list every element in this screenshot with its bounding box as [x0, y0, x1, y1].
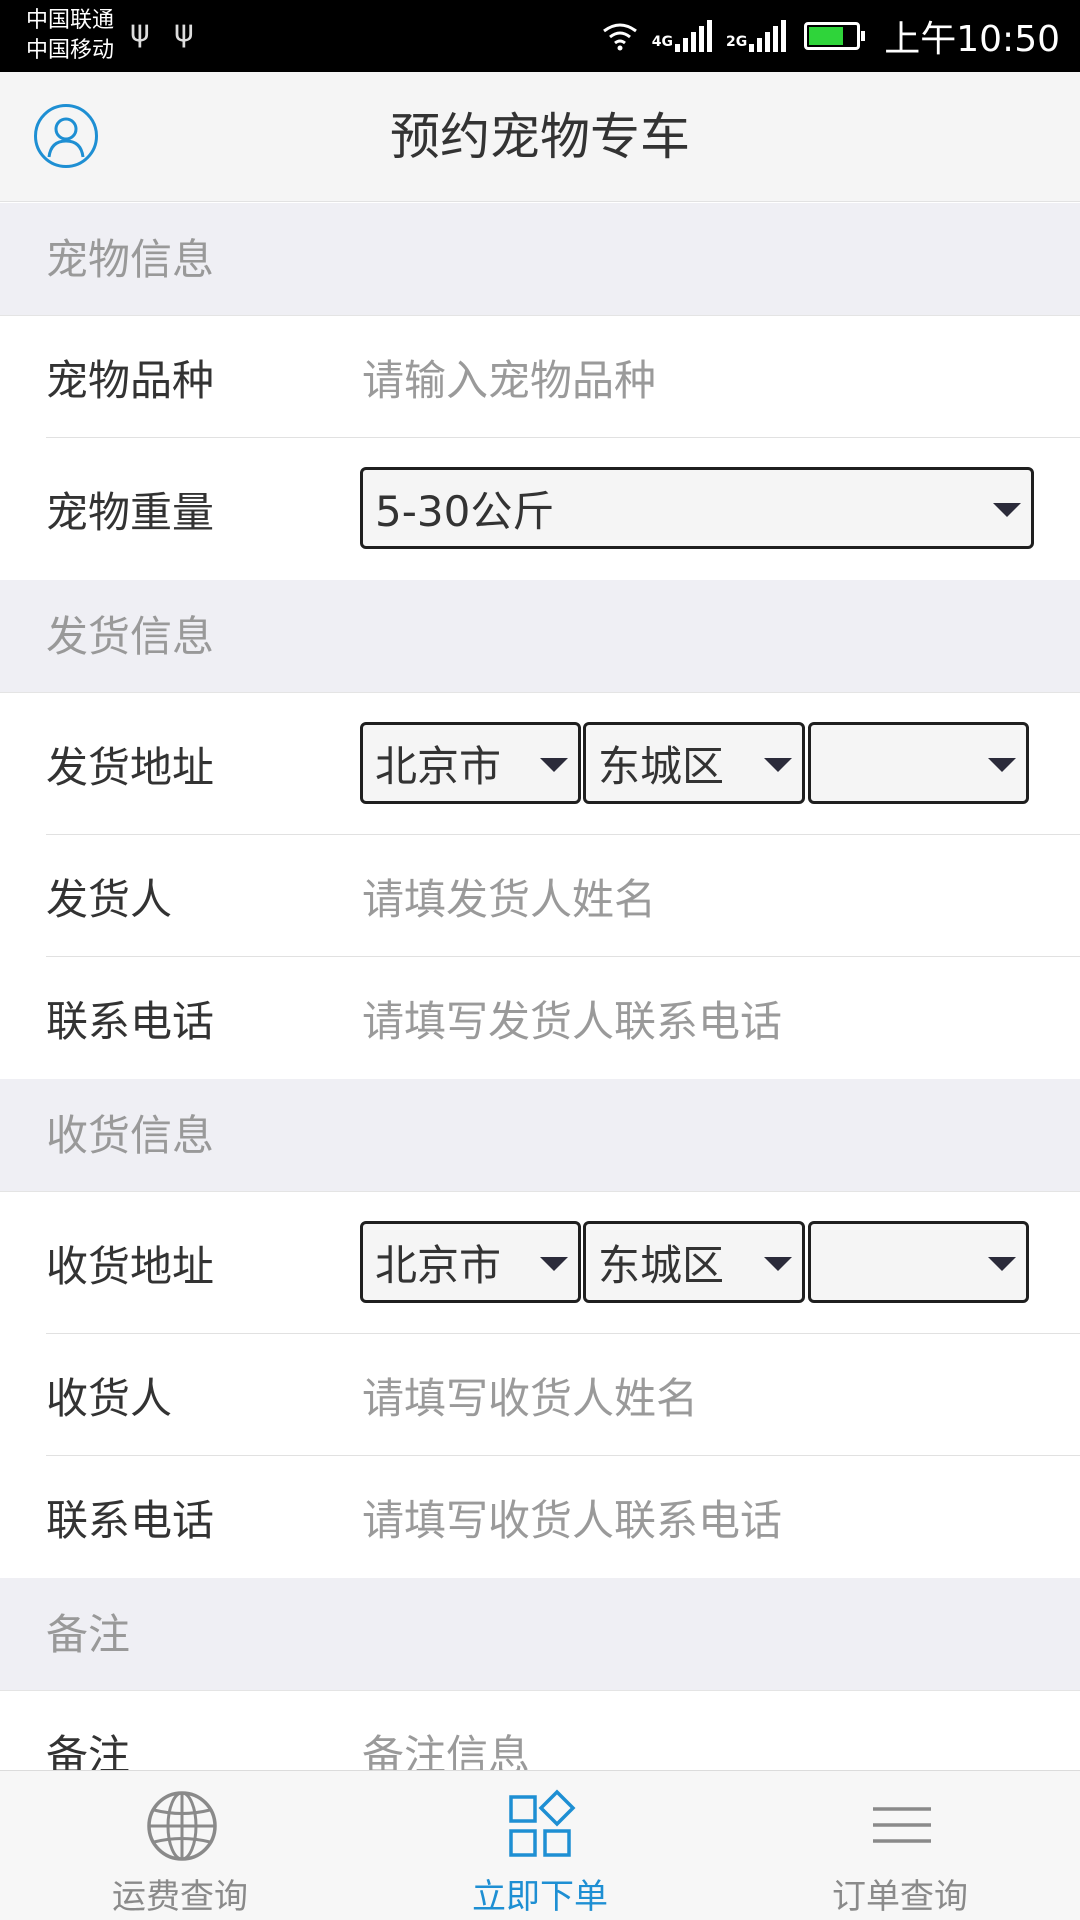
shipper-phone-row[interactable]: 联系电话 请填写发货人联系电话	[0, 957, 1080, 1079]
shipper-name-row[interactable]: 发货人 请填发货人姓名	[0, 835, 1080, 957]
usb-icon: ψ	[130, 14, 150, 49]
tab-freight-query[interactable]: 运费查询	[0, 1771, 360, 1920]
page-title: 预约宠物专车	[390, 108, 690, 166]
receiver-phone-input[interactable]: 请填写收货人联系电话	[362, 1456, 782, 1578]
dropdown-arrow-icon	[764, 758, 792, 772]
receiver-phone-row[interactable]: 联系电话 请填写收货人联系电话	[0, 1456, 1080, 1578]
receiver-city-value: 北京市	[375, 1240, 502, 1290]
menu-lines-icon	[873, 1807, 931, 1843]
receiver-name-input[interactable]: 请填写收货人姓名	[362, 1334, 698, 1456]
usb-icon: ψ	[174, 14, 194, 49]
battery-icon	[804, 22, 866, 50]
pet-weight-label: 宠物重量	[46, 487, 215, 537]
tab-order-query[interactable]: 订单查询	[720, 1771, 1080, 1920]
receiver-address-row: 收货地址 北京市 东城区	[0, 1192, 1080, 1334]
section-remark: 备注	[0, 1578, 1080, 1691]
receiver-city-select[interactable]: 北京市	[360, 1221, 581, 1303]
order-form: 宠物信息 宠物品种 请输入宠物品种 宠物重量 5-30公斤 发货信息 发货地址 …	[0, 203, 1080, 1813]
shipper-city-select[interactable]: 北京市	[360, 722, 581, 804]
status-time: 上午10:50	[884, 19, 1060, 60]
signal-2g-icon: 2G	[726, 20, 787, 52]
receiver-district-value: 东城区	[598, 1240, 725, 1290]
dropdown-arrow-icon	[993, 503, 1021, 517]
app-header: 预约宠物专车	[0, 72, 1080, 202]
wifi-icon	[602, 23, 637, 51]
shipper-district-value: 东城区	[598, 741, 725, 791]
tab-label: 订单查询	[832, 1877, 968, 1917]
globe-icon	[147, 1791, 217, 1861]
dropdown-arrow-icon	[540, 1257, 568, 1271]
receiver-street-select[interactable]	[808, 1221, 1029, 1303]
shipper-address-label: 发货地址	[46, 742, 215, 792]
shipper-name-input[interactable]: 请填发货人姓名	[362, 835, 656, 957]
pet-weight-row: 宠物重量 5-30公斤	[0, 438, 1080, 580]
shipper-name-label: 发货人	[46, 874, 173, 924]
tab-label: 运费查询	[112, 1877, 248, 1917]
carrier-names: 中国联通 中国移动	[26, 6, 114, 66]
carrier-1: 中国联通	[26, 8, 115, 33]
pet-breed-label: 宠物品种	[46, 355, 215, 405]
bottom-tab-bar: 运费查询 立即下单 订单查询	[0, 1770, 1080, 1920]
pet-weight-select[interactable]: 5-30公斤	[360, 467, 1034, 549]
carrier-2: 中国移动	[26, 38, 115, 63]
section-pet-info: 宠物信息	[0, 203, 1080, 316]
section-shipper-info: 发货信息	[0, 580, 1080, 693]
dropdown-arrow-icon	[540, 758, 568, 772]
signal-4g-icon: 4G	[652, 20, 713, 52]
dropdown-arrow-icon	[988, 1257, 1016, 1271]
receiver-address-label: 收货地址	[46, 1241, 215, 1291]
pet-breed-input[interactable]: 请输入宠物品种	[362, 316, 656, 438]
pet-breed-row[interactable]: 宠物品种 请输入宠物品种	[0, 316, 1080, 438]
shipper-district-select[interactable]: 东城区	[583, 722, 805, 804]
receiver-name-label: 收货人	[46, 1373, 173, 1423]
receiver-district-select[interactable]: 东城区	[583, 1221, 805, 1303]
tab-label: 立即下单	[472, 1877, 608, 1917]
dropdown-arrow-icon	[764, 1257, 792, 1271]
receiver-name-row[interactable]: 收货人 请填写收货人姓名	[0, 1334, 1080, 1456]
status-bar: 中国联通 中国移动 ψ ψ 4G 2G 上午10:50	[0, 0, 1080, 72]
section-receiver-info: 收货信息	[0, 1079, 1080, 1192]
shipper-city-value: 北京市	[375, 741, 502, 791]
pet-weight-value: 5-30公斤	[375, 486, 555, 536]
shipper-phone-input[interactable]: 请填写发货人联系电话	[362, 957, 782, 1079]
dropdown-arrow-icon	[988, 758, 1016, 772]
tab-place-order[interactable]: 立即下单	[360, 1771, 720, 1920]
shipper-address-row: 发货地址 北京市 东城区	[0, 693, 1080, 835]
shipper-street-select[interactable]	[808, 722, 1029, 804]
receiver-phone-label: 联系电话	[46, 1495, 215, 1545]
grid-diamond-icon	[509, 1789, 576, 1857]
shipper-phone-label: 联系电话	[46, 996, 215, 1046]
